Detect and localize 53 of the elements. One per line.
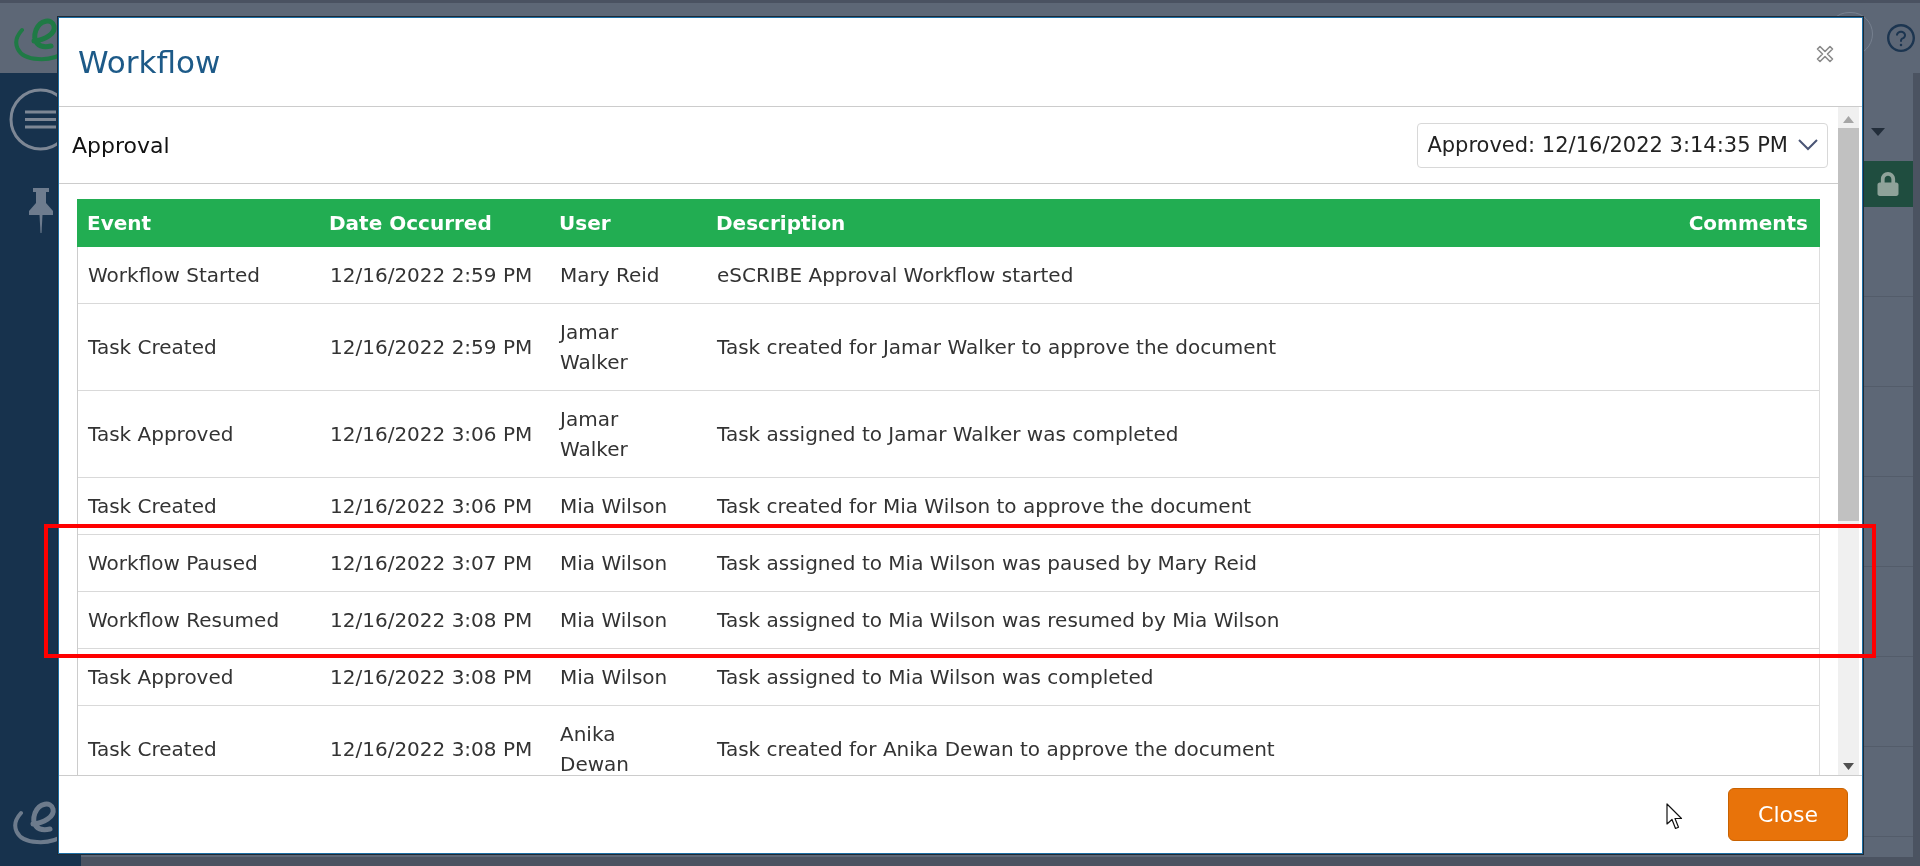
table-cell-text: Task assigned to Mia Wilson was paused by Mary Reid (716, 550, 1259, 577)
table-cell-text: Workflow Resumed (87, 607, 281, 634)
table-cell-text: 12/16/2022 3:08 PM (329, 736, 534, 763)
table-cell-text: Task Approved (87, 664, 235, 691)
table-cell-text: 12/16/2022 3:08 PM (329, 664, 534, 691)
table-cell-text: 12/16/2022 3:06 PM (329, 493, 534, 520)
lock-button[interactable] (1863, 161, 1913, 207)
table-cell-text: 12/16/2022 3:08 PM (329, 607, 534, 634)
pin-icon[interactable] (28, 188, 54, 233)
scrollbar-track[interactable] (1838, 107, 1859, 775)
column-header[interactable]: Comments (1660, 211, 1820, 235)
close-icon[interactable] (1816, 45, 1834, 63)
column-header[interactable]: Date Occurred (319, 211, 549, 235)
column-header[interactable]: Description (706, 211, 1660, 235)
help-icon[interactable] (1885, 22, 1917, 54)
column-header[interactable]: User (549, 211, 706, 235)
table-cell-text: eSCRIBE Approval Workflow started (716, 262, 1075, 289)
table-cell-text: Mary Reid (559, 262, 661, 289)
table-cell-text: Task assigned to Jamar Walker was completed (716, 421, 1180, 448)
table-cell-text: Task Approved (87, 421, 235, 448)
table-cell-text: Mia Wilson (559, 607, 669, 634)
table-cell-text: 12/16/2022 2:59 PM (329, 262, 534, 289)
table-cell-text: Anika Dewan (559, 721, 630, 775)
table-cell-text: Task Created (87, 493, 218, 520)
cursor-icon (1666, 803, 1684, 830)
table-cell-text: Task assigned to Mia Wilson was completed (716, 664, 1155, 691)
approval-select[interactable]: Approved: 12/16/2022 3:14:35 PM (1417, 122, 1828, 168)
caret-icon[interactable] (1871, 128, 1885, 136)
table-cell-text: Task created for Anika Dewan to approve the document (716, 736, 1276, 763)
table-cell-text: Jamar Walker (558, 319, 629, 376)
close-button[interactable]: Close (1728, 788, 1848, 841)
table-cell-text: 12/16/2022 3:07 PM (329, 550, 534, 577)
table-cell-text: Task created for Mia Wilson to approve the document (716, 493, 1253, 520)
lock-icon (1876, 172, 1900, 196)
table-cell-text: Task created for Jamar Walker to approve the document (716, 334, 1278, 361)
table-cell-text: Task Created (87, 334, 218, 361)
table-cell-text: 12/16/2022 3:06 PM (329, 421, 534, 448)
arrow-down-icon[interactable] (1843, 763, 1854, 770)
column-header[interactable]: Event (77, 211, 319, 235)
table-cell-text: Mia Wilson (559, 664, 669, 691)
table-cell-text: Mia Wilson (559, 550, 669, 577)
arrow-up-icon[interactable] (1843, 116, 1854, 123)
table-cell-text: Workflow Started (87, 262, 262, 289)
table-cell-text: Mia Wilson (559, 493, 669, 520)
dialog-title: Workflow (78, 44, 222, 80)
table-cell-text: Task Created (87, 736, 218, 763)
table-cell-text: 12/16/2022 2:59 PM (329, 334, 534, 361)
section-label: Approval (72, 132, 170, 158)
table-cell-text: Jamar Walker (558, 406, 629, 463)
table-cell-text: Task assigned to Mia Wilson was resumed by Mia Wilson (716, 607, 1281, 634)
table-cell-text: Workflow Paused (87, 550, 259, 577)
scrollbar-thumb[interactable] (1838, 128, 1859, 521)
chevron-down-icon (1798, 139, 1818, 151)
